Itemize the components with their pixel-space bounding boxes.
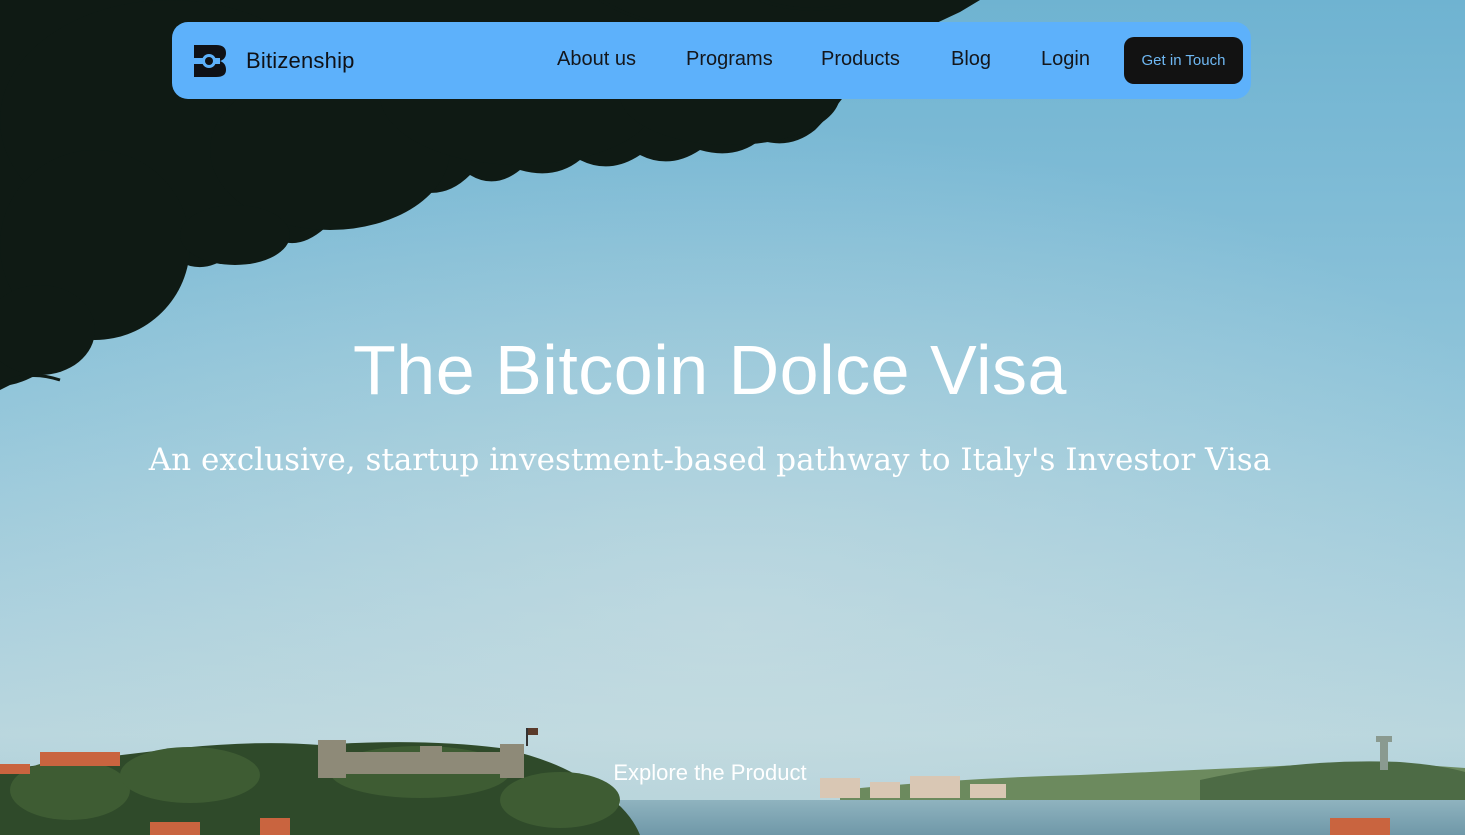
top-navbar: Bitizenship About us Programs Products B… [172,22,1251,99]
landing-page: Bitizenship About us Programs Products B… [0,0,1465,835]
hero-subtitle: An exclusive, startup investment-based p… [148,442,1272,478]
brand-name: Bitizenship [246,48,355,73]
nav-link-login[interactable]: Login [1041,48,1090,71]
nav-link-products[interactable]: Products [821,48,900,71]
nav-link-blog[interactable]: Blog [951,48,991,71]
get-in-touch-button[interactable]: Get in Touch [1124,37,1243,84]
bitizenship-logo-icon [192,45,226,77]
hero-background-image [0,0,1465,835]
explore-product-link[interactable]: Explore the Product [0,760,1420,786]
nav-link-about-us[interactable]: About us [557,48,636,71]
brand[interactable]: Bitizenship [192,43,355,79]
hero-title: The Bitcoin Dolce Visa [353,331,1067,409]
nav-link-programs[interactable]: Programs [686,48,773,71]
